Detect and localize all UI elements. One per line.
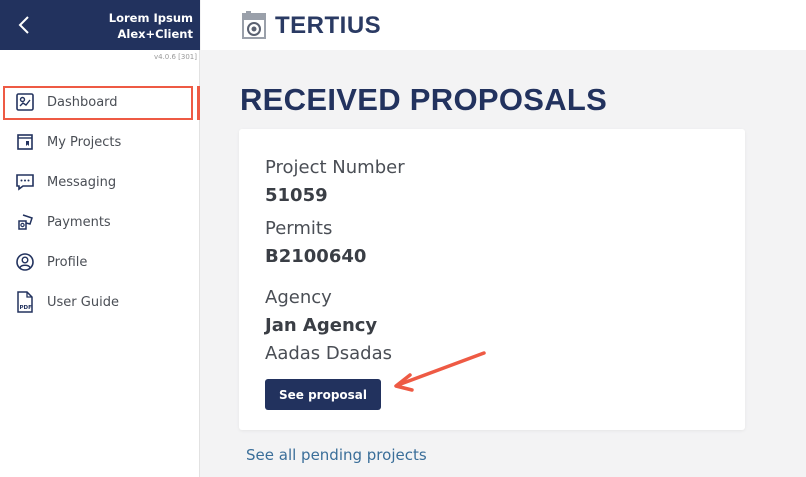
sidebar-item-dashboard[interactable]: Dashboard: [0, 82, 200, 122]
project-number-label: Project Number: [265, 157, 405, 178]
permits-label: Permits: [265, 218, 333, 239]
logo-icon: [242, 11, 266, 39]
sidebar-item-messaging[interactable]: Messaging: [0, 162, 200, 202]
see-all-pending-link[interactable]: See all pending projects: [246, 446, 427, 464]
agency-label: Agency: [265, 287, 332, 308]
projects-icon: [14, 131, 36, 153]
sidebar-nav: Dashboard My Projects Messaging Payments…: [0, 82, 200, 322]
back-arrow-icon[interactable]: [12, 12, 38, 38]
svg-text:PDF: PDF: [20, 305, 33, 311]
active-indicator: [197, 86, 200, 120]
sidebar-item-profile[interactable]: Profile: [0, 242, 200, 282]
sidebar-item-payments[interactable]: Payments: [0, 202, 200, 242]
sidebar-item-label: Messaging: [47, 174, 117, 190]
pdf-icon: PDF: [14, 291, 36, 313]
page-title: RECEIVED PROPOSALS: [240, 82, 608, 117]
message-icon: [14, 171, 36, 193]
active-highlight: [3, 86, 193, 120]
agency-name: Jan Agency: [265, 315, 378, 336]
sidebar: Lorem Ipsum Alex+Client v4.0.6 [301] Das…: [0, 0, 200, 477]
permits-value: B2100640: [265, 246, 367, 267]
profile-icon: [14, 251, 36, 273]
agency-contact: Aadas Dsadas: [265, 343, 393, 364]
proposal-card: Project Number 51059 Permits B2100640 Ag…: [239, 129, 745, 430]
sidebar-header: Lorem Ipsum Alex+Client: [0, 0, 200, 50]
sidebar-item-label: Payments: [47, 214, 111, 230]
user-name: Lorem Ipsum: [108, 11, 193, 25]
sidebar-item-label: My Projects: [47, 134, 122, 150]
project-number-value: 51059: [265, 185, 328, 206]
user-info: Lorem Ipsum Alex+Client: [109, 10, 193, 42]
version-label: v4.0.6 [301]: [153, 53, 197, 61]
user-account: Alex+Client: [117, 27, 193, 41]
payments-icon: [14, 211, 36, 233]
sidebar-item-label: User Guide: [47, 294, 119, 310]
top-bar: TERTIUS: [201, 0, 806, 50]
annotation-arrow-icon: [394, 351, 486, 392]
sidebar-item-my-projects[interactable]: My Projects: [0, 122, 200, 162]
sidebar-item-user-guide[interactable]: PDF User Guide: [0, 282, 200, 322]
sidebar-item-label: Profile: [47, 254, 88, 270]
see-proposal-button[interactable]: See proposal: [265, 379, 381, 410]
brand-logo[interactable]: TERTIUS: [275, 12, 381, 40]
